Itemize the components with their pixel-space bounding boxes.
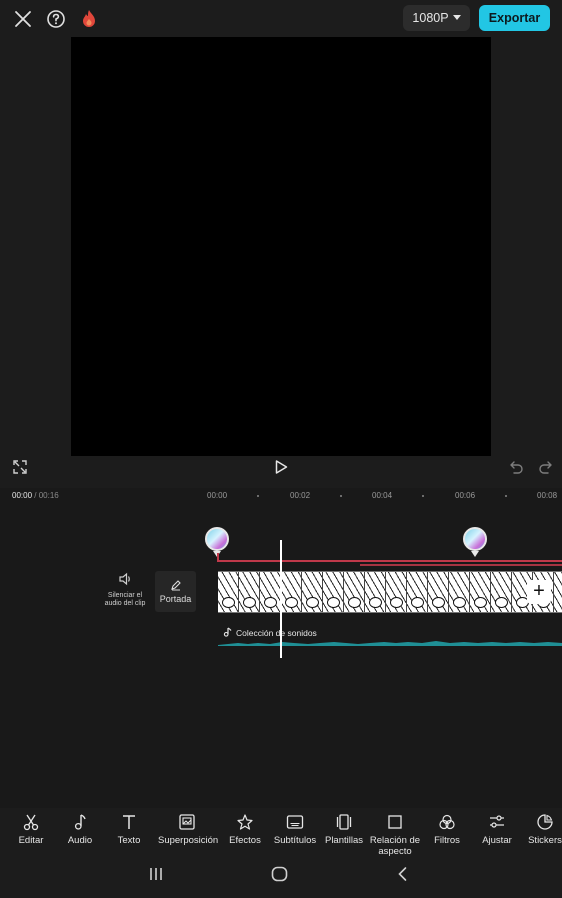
speaker-icon	[119, 572, 130, 586]
current-time: 00:00	[12, 491, 33, 500]
effect-marker-thumb[interactable]	[463, 527, 487, 551]
scissors-icon	[23, 814, 39, 831]
tool-label: Superposición	[158, 835, 219, 846]
ruler-dot	[340, 495, 342, 497]
tool-label: Editar	[18, 835, 44, 846]
tool-label: Texto	[117, 835, 141, 846]
effect-track-line[interactable]	[360, 564, 562, 566]
back-icon[interactable]	[395, 866, 411, 887]
cover-button[interactable]: Portada	[155, 571, 196, 612]
tool-label: Ajustar	[482, 835, 512, 846]
subtitles-icon	[286, 815, 304, 829]
flame-icon[interactable]	[78, 8, 100, 30]
help-circle-icon[interactable]	[45, 8, 67, 30]
video-preview[interactable]	[71, 37, 491, 456]
ruler-tick: 00:02	[290, 491, 311, 500]
overlay-icon	[179, 814, 195, 830]
tool-label: Efectos	[229, 835, 261, 846]
tool-label: Subtítulos	[273, 835, 317, 846]
add-clip-button[interactable]: +	[527, 580, 551, 604]
music-note-icon	[74, 814, 86, 830]
close-icon[interactable]	[12, 8, 34, 30]
playhead[interactable]	[280, 540, 282, 658]
tool-aspect-ratio[interactable]: Relación de aspecto	[366, 813, 424, 857]
play-icon[interactable]	[273, 459, 289, 479]
tool-label: Stickers	[528, 835, 562, 846]
aspect-ratio-icon	[388, 815, 402, 829]
filters-icon	[439, 814, 455, 830]
text-icon	[123, 815, 135, 829]
plus-icon: +	[533, 580, 545, 602]
ruler-tick: 00:04	[372, 491, 393, 500]
audio-waveform	[218, 641, 562, 646]
effect-track-line[interactable]	[217, 560, 562, 562]
caret-down-icon	[452, 15, 461, 20]
templates-icon	[336, 814, 352, 830]
tool-stickers[interactable]: Stickers	[516, 813, 562, 846]
total-time: / 00:16	[34, 491, 59, 500]
sticker-icon	[537, 814, 553, 830]
mute-clip-label: Silenciar el audio del clip	[104, 592, 146, 607]
resolution-button[interactable]: 1080P	[403, 5, 470, 31]
ruler-tick: 00:00	[207, 491, 228, 500]
audio-track-label: Colección de sonidos	[236, 628, 317, 638]
tool-templates[interactable]: Plantillas	[315, 813, 373, 846]
fullscreen-icon[interactable]	[12, 459, 28, 479]
ruler-dot	[422, 495, 424, 497]
undo-icon[interactable]	[508, 459, 524, 479]
tool-label: Relación de aspecto	[369, 835, 421, 857]
marker-pin	[471, 551, 479, 557]
home-icon[interactable]	[271, 866, 288, 887]
redo-icon[interactable]	[538, 459, 554, 479]
recents-icon[interactable]	[148, 866, 164, 887]
export-button[interactable]: Exportar	[479, 5, 550, 31]
tool-overlay[interactable]: Superposición	[158, 813, 219, 846]
effect-track-tick	[217, 553, 219, 561]
time-readout: 00:00 / 00:16	[12, 491, 59, 500]
tool-label: Audio	[67, 835, 93, 846]
tool-text[interactable]: Texto	[100, 813, 158, 846]
adjust-sliders-icon	[490, 815, 504, 828]
effects-star-icon	[237, 814, 253, 830]
music-note-icon	[223, 627, 232, 637]
ruler-dot	[257, 495, 259, 497]
resolution-label: 1080P	[412, 11, 449, 25]
export-label: Exportar	[488, 11, 541, 25]
video-clip[interactable]	[218, 571, 562, 613]
ruler-tick: 00:08	[537, 491, 558, 500]
effect-marker-thumb[interactable]	[205, 527, 229, 551]
tool-label: Plantillas	[324, 835, 364, 846]
mute-clip-button[interactable]: Silenciar el audio del clip	[102, 572, 148, 608]
tool-label: Filtros	[434, 835, 460, 846]
cover-label: Portada	[159, 594, 192, 604]
ruler-dot	[505, 495, 507, 497]
ruler-tick: 00:06	[455, 491, 476, 500]
edit-pencil-icon	[170, 580, 181, 591]
